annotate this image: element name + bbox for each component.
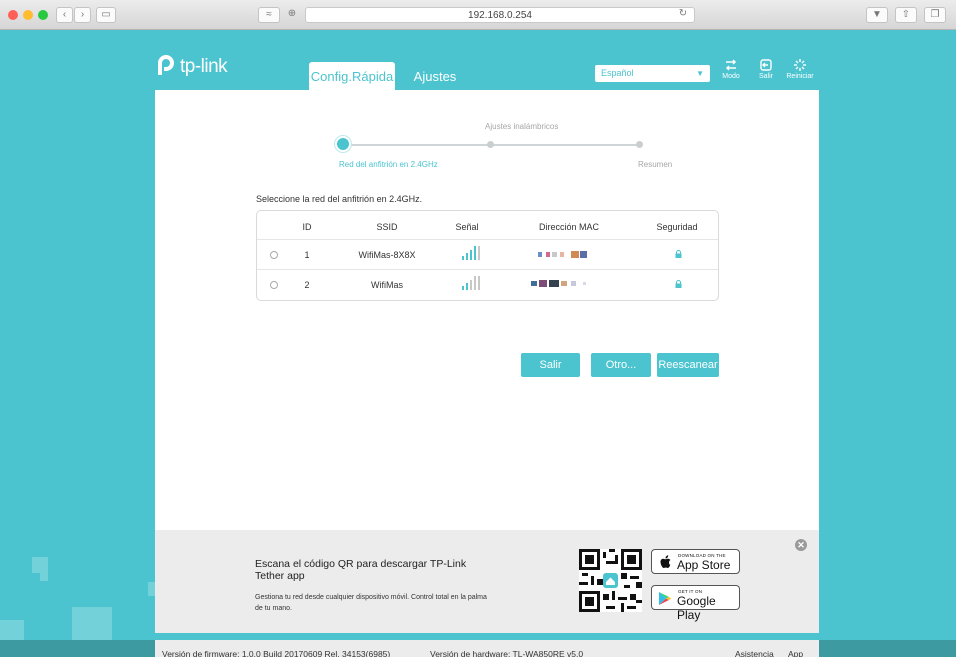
app-link[interactable]: App: [788, 649, 803, 657]
share-icon[interactable]: ⇧: [895, 7, 917, 23]
column-header-id: ID: [302, 222, 312, 232]
step-label-wireless-settings: Ajustes inalámbricos: [485, 122, 559, 131]
url-text: 192.168.0.254: [468, 10, 532, 21]
column-header-ssid: SSID: [376, 222, 398, 232]
app-store-button[interactable]: DOWNLOAD ON THE App Store: [651, 549, 740, 574]
row-divider: [257, 239, 718, 240]
mode-label: Modo: [722, 73, 740, 80]
promo-title: Escana el código QR para descargar TP-Li…: [255, 558, 467, 582]
apple-icon: [660, 555, 671, 568]
tab-quick-setup[interactable]: Config.Rápida: [309, 62, 395, 90]
network-radio[interactable]: [270, 251, 278, 259]
column-header-mac: Dirección MAC: [538, 222, 599, 232]
tab-settings[interactable]: Ajustes: [410, 62, 460, 90]
lock-icon: [675, 250, 682, 258]
step-connector: [491, 144, 639, 146]
app-store-big-text: App Store: [677, 558, 731, 572]
instruction-text: Seleccione la red del anfitrión en 2.4GH…: [256, 194, 423, 204]
logout-icon: [760, 59, 772, 71]
reader-icon[interactable]: ≈: [258, 7, 280, 23]
step-indicator: [636, 141, 643, 148]
mode-icon: [725, 59, 737, 71]
step-label-host-network: Red del anfitrión en 2.4GHz: [339, 160, 438, 169]
forward-icon[interactable]: ›: [74, 7, 91, 23]
row-divider: [257, 269, 718, 270]
browser-toolbar: ‹ › ▭ ≈ ⊕ 192.168.0.254 ↻ ▼ ⇧ ❐: [0, 0, 956, 30]
app-promo-banner: Escana el código QR para descargar TP-Li…: [155, 530, 819, 633]
exit-button[interactable]: Salir: [521, 353, 580, 377]
column-header-signal: Señal: [455, 222, 479, 232]
tp-link-logo: tp-link: [154, 50, 264, 84]
logout-button[interactable]: Salir: [751, 58, 781, 80]
decor-square: [0, 620, 24, 640]
firmware-version: Versión de firmware: 1.0.0 Build 2017060…: [162, 649, 391, 657]
signal-icon: [462, 276, 480, 290]
chevron-down-icon: ▼: [696, 69, 704, 78]
logo-text: tp-link: [180, 56, 228, 77]
logout-label: Salir: [758, 73, 773, 80]
mode-button[interactable]: Modo: [716, 58, 746, 80]
close-window-button[interactable]: [8, 10, 18, 20]
close-icon[interactable]: ✕: [795, 539, 807, 551]
reboot-icon: [794, 59, 806, 71]
network-radio[interactable]: [270, 281, 278, 289]
reboot-label: Reiniciar: [786, 73, 814, 80]
signal-icon: [462, 246, 480, 260]
google-play-button[interactable]: GET IT ON Google Play: [651, 585, 740, 622]
step-indicator: [487, 141, 494, 148]
promo-description: Gestiona tu red desde cualquier disposit…: [255, 594, 487, 612]
step-connector: [343, 144, 491, 146]
zoom-window-button[interactable]: [38, 10, 48, 20]
row-ssid: WifiMas-8X8X: [358, 250, 416, 260]
column-header-security: Seguridad: [656, 222, 698, 232]
step-indicator-active: [337, 138, 349, 150]
network-table: ID SSID Señal Dirección MAC Seguridad 1 …: [256, 210, 719, 301]
decor-square: [40, 573, 48, 581]
add-site-icon[interactable]: ⊕: [283, 7, 301, 23]
tp-link-logo-icon: [158, 55, 174, 75]
language-value: Español: [601, 68, 634, 78]
hardware-version: Versión de hardware: TL-WA850RE v5.0: [430, 649, 584, 657]
google-play-icon: [659, 592, 672, 605]
reboot-button[interactable]: Reiniciar: [785, 58, 815, 80]
decor-square: [148, 582, 155, 596]
rescan-button[interactable]: Reescanear: [657, 353, 719, 377]
back-icon[interactable]: ‹: [56, 7, 73, 23]
sidebar-icon[interactable]: ▭: [96, 7, 116, 23]
language-select[interactable]: Español ▼: [595, 65, 710, 82]
mac-address-redacted: [538, 251, 587, 258]
step-label-summary: Resumen: [638, 160, 673, 169]
support-link[interactable]: Asistencia: [735, 649, 774, 657]
decor-square: [32, 557, 48, 573]
row-id: 2: [304, 280, 310, 290]
footer-bar: Versión de firmware: 1.0.0 Build 2017060…: [0, 640, 956, 657]
download-icon[interactable]: ▼: [866, 7, 888, 23]
mac-address-redacted: [531, 280, 586, 287]
main-panel: Red del anfitrión en 2.4GHz Ajustes inal…: [155, 90, 819, 530]
row-id: 1: [304, 250, 310, 260]
lock-icon: [675, 280, 682, 288]
decor-square: [72, 607, 112, 640]
qr-code: [579, 549, 642, 612]
reload-icon[interactable]: ↻: [676, 7, 690, 23]
minimize-window-button[interactable]: [23, 10, 33, 20]
tabs-icon[interactable]: ❐: [924, 7, 946, 23]
google-play-big-text: Google Play: [677, 594, 716, 622]
other-button[interactable]: Otro...: [591, 353, 651, 377]
address-bar[interactable]: 192.168.0.254: [305, 7, 695, 23]
row-ssid: WifiMas: [371, 280, 403, 290]
